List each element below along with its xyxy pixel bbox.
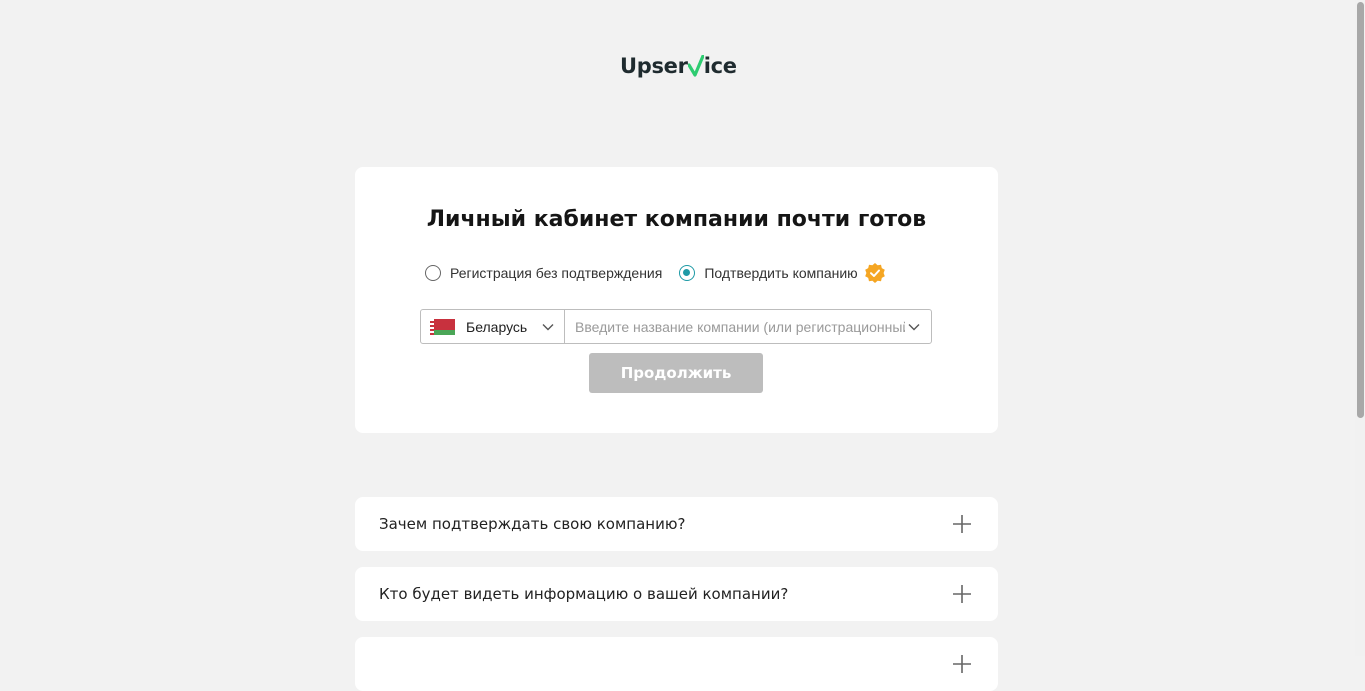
registration-card: Личный кабинет компании почти готов Реги… bbox=[355, 167, 998, 433]
page-title: Личный кабинет компании почти готов bbox=[426, 207, 927, 232]
scrollbar-thumb[interactable] bbox=[1357, 2, 1364, 418]
company-search-group: Беларусь bbox=[420, 309, 932, 344]
radio-label: Регистрация без подтверждения bbox=[450, 265, 663, 281]
company-search-input[interactable] bbox=[573, 317, 907, 336]
chevron-down-icon[interactable] bbox=[907, 320, 921, 334]
faq-item[interactable]: Кто будет видеть информацию о вашей комп… bbox=[355, 567, 998, 621]
scrollbar[interactable] bbox=[1355, 0, 1365, 656]
plus-icon[interactable] bbox=[952, 584, 972, 604]
logo-text-suffix: ice bbox=[703, 54, 737, 78]
belarus-flag-icon bbox=[430, 318, 455, 335]
radio-circle[interactable] bbox=[425, 265, 441, 281]
faq-question: Зачем подтверждать свою компанию? bbox=[379, 515, 686, 533]
faq-item[interactable]: Зачем подтверждать свою компанию? bbox=[355, 497, 998, 551]
radio-confirm-company[interactable]: Подтвердить компанию bbox=[679, 262, 885, 284]
logo[interactable]: Upser ice bbox=[620, 52, 737, 80]
continue-button[interactable]: Продолжить bbox=[589, 353, 763, 393]
plus-icon[interactable] bbox=[952, 654, 972, 674]
verified-badge-icon bbox=[864, 263, 885, 283]
country-select[interactable]: Беларусь bbox=[421, 310, 565, 343]
logo-check-icon bbox=[687, 55, 704, 77]
logo-text-prefix: Upser bbox=[620, 54, 688, 78]
radio-label: Подтвердить компанию bbox=[704, 265, 858, 281]
plus-icon[interactable] bbox=[952, 514, 972, 534]
faq-question: Кто будет видеть информацию о вашей комп… bbox=[379, 585, 789, 603]
faq-item[interactable] bbox=[355, 637, 998, 691]
radio-circle[interactable] bbox=[679, 265, 696, 281]
radio-register-without-confirmation[interactable]: Регистрация без подтверждения bbox=[425, 265, 662, 281]
country-select-value: Беларусь bbox=[466, 318, 528, 335]
company-search-field[interactable] bbox=[565, 310, 931, 343]
registration-type-group: Регистрация без подтверждения Подтвердит… bbox=[425, 262, 886, 284]
chevron-down-icon[interactable] bbox=[541, 320, 555, 334]
